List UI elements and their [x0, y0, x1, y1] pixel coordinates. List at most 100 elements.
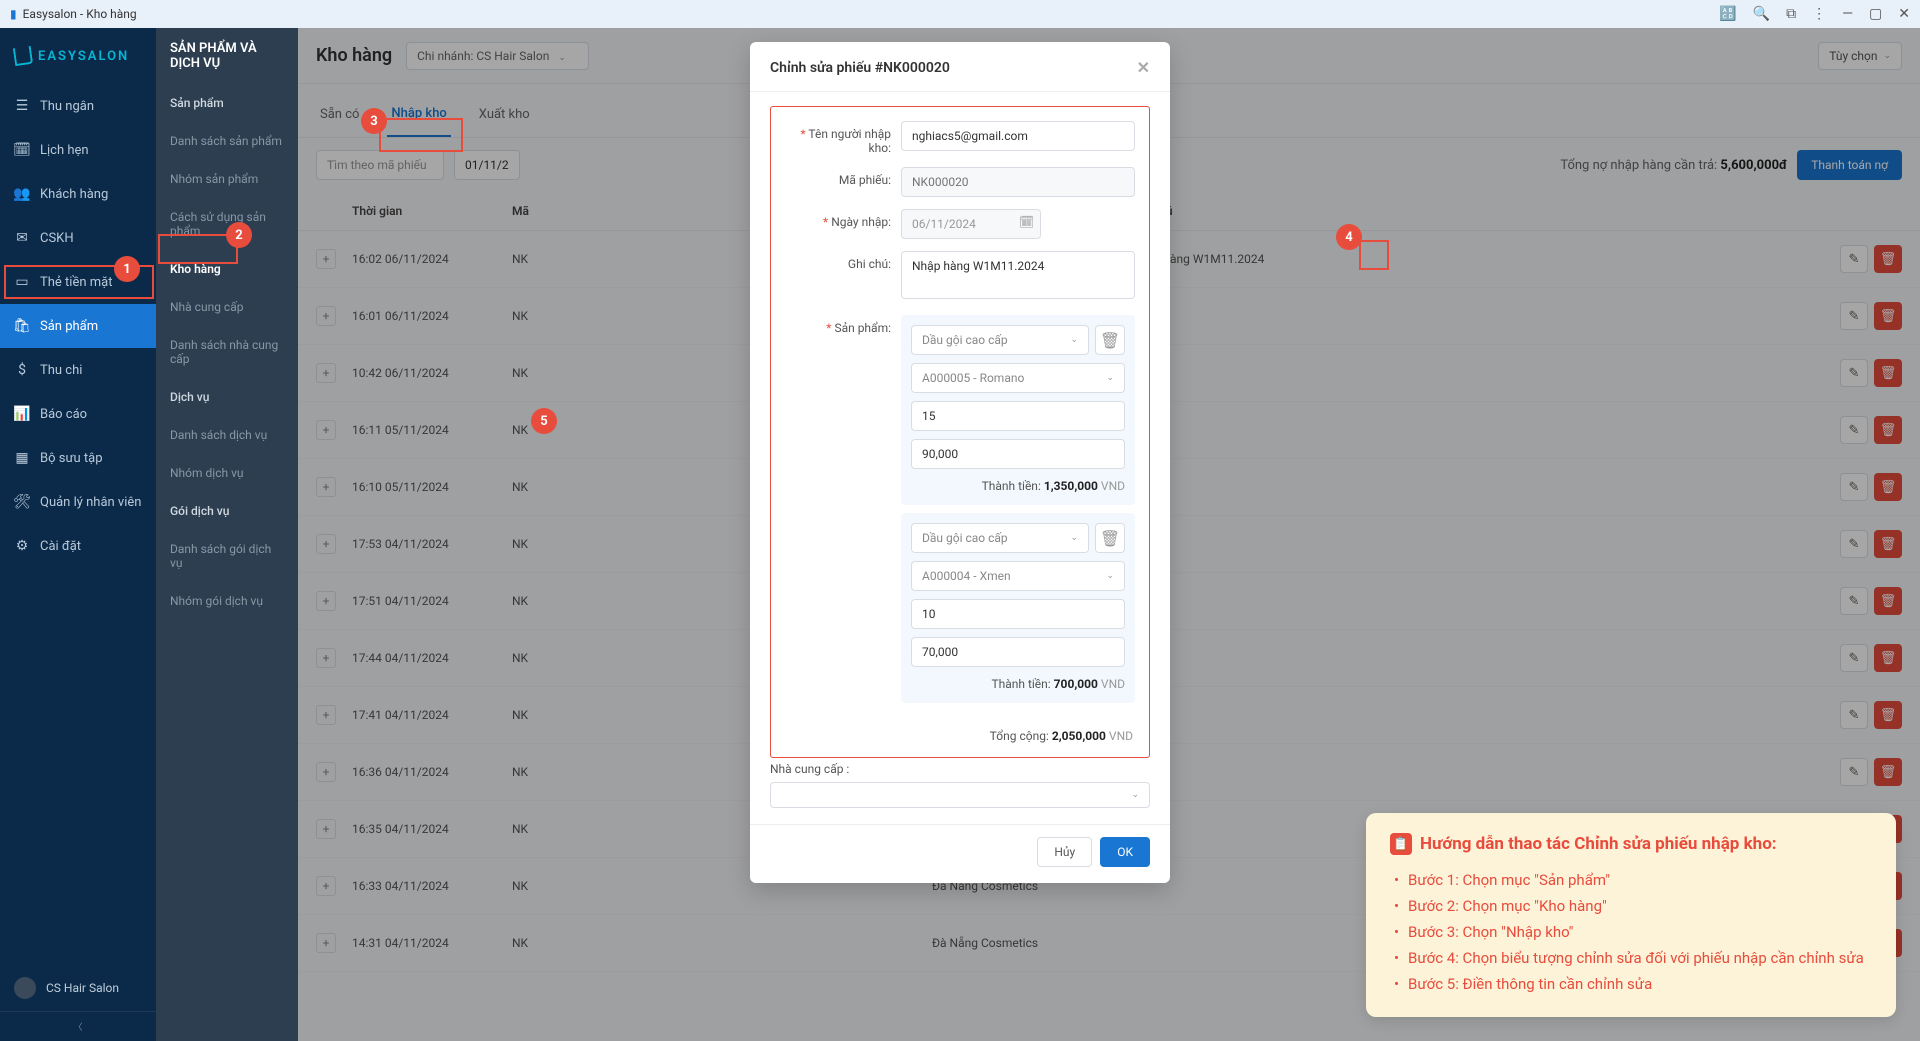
search-icon[interactable]: 🔍 — [1753, 6, 1770, 22]
qty-input[interactable] — [911, 401, 1125, 431]
guide-step: Bước 4: Chọn biểu tượng chỉnh sửa đối vớ… — [1390, 945, 1872, 971]
nav-icon: 🛍 — [14, 318, 30, 334]
calendar-icon[interactable]: 🗓 — [1019, 215, 1034, 229]
label-note: Ghi chú: — [785, 251, 901, 271]
sidebar-item-3[interactable]: ✉ CSKH — [0, 216, 156, 260]
highlight-box-4 — [1359, 240, 1389, 270]
guide-step: Bước 3: Chọn "Nhập kho" — [1390, 919, 1872, 945]
step-marker-2: 2 — [226, 222, 252, 248]
sub-item-8[interactable]: Danh sách dịch vụ — [156, 416, 298, 454]
main-sidebar: EASYSALON ☰Thu ngân🗓Lịch hẹn 👥 Khách hàng ✉… — [0, 28, 156, 1041]
sidebar-item-2[interactable]: 👥 Khách hàng — [0, 172, 156, 216]
nav-icon: 📊 — [14, 406, 30, 422]
edit-voucher-modal: Chỉnh sửa phiếu #NK000020 ✕ Tên người nh… — [750, 42, 1170, 883]
sub-item-2[interactable]: Nhóm sản phẩm — [156, 160, 298, 198]
nav-label: Báo cáo — [40, 407, 87, 422]
logo-icon — [13, 46, 33, 66]
guide-title-text: Hướng dẫn thao tác Chỉnh sửa phiếu nhập … — [1420, 834, 1777, 854]
label-supplier: Nhà cung cấp : — [770, 762, 1150, 776]
product-block: Dầu gội cao cấp⌄ 🗑 A000004 - Xmen⌄ Thành… — [901, 513, 1135, 703]
product-category-select[interactable]: Dầu gội cao cấp⌄ — [911, 325, 1089, 355]
sub-item-5[interactable]: Nhà cung cấp — [156, 288, 298, 326]
highlight-box-3 — [379, 118, 463, 152]
nav-label: Thu ngân — [40, 99, 94, 114]
sidebar-item-5[interactable]: 🛍 Sản phẩm — [0, 304, 156, 348]
sub-item-6[interactable]: Danh sách nhà cung cấp — [156, 326, 298, 378]
nav-label: Bộ sưu tập — [40, 451, 103, 466]
browser-title: Easysalon - Kho hàng — [23, 7, 137, 21]
nav-icon: 🛠 — [14, 494, 30, 510]
nav-label: CSKH — [40, 231, 74, 246]
user-input[interactable] — [901, 121, 1135, 151]
sub-item-7[interactable]: Dịch vụ — [156, 378, 298, 416]
nav-icon: 👥 — [14, 186, 30, 202]
nav-label: Lịch hẹn — [40, 143, 89, 158]
label-code: Mã phiếu: — [785, 167, 901, 187]
sidebar-item-9[interactable]: 🛠 Quản lý nhân viên — [0, 480, 156, 524]
sidebar-item-0[interactable]: ☰Thu ngân — [0, 84, 156, 128]
nav-icon: ▦ — [14, 450, 30, 466]
qty-input[interactable] — [911, 599, 1125, 629]
product-sku-select[interactable]: A000005 - Romano⌄ — [911, 363, 1125, 393]
sub-item-12[interactable]: Nhóm gói dịch vụ — [156, 582, 298, 620]
supplier-select[interactable]: ⌄ — [770, 782, 1150, 808]
note-input[interactable]: Nhập hàng W1M11.2024 — [901, 251, 1135, 299]
nav-icon: ⚙ — [14, 538, 30, 554]
menu-icon[interactable]: ⋮ — [1812, 6, 1826, 22]
chevron-down-icon: ⌄ — [1131, 790, 1139, 800]
step-marker-4: 4 — [1336, 224, 1362, 250]
sidebar-item-1[interactable]: 🗓Lịch hẹn — [0, 128, 156, 172]
sidebar-item-6[interactable]: $Thu chi — [0, 348, 156, 392]
label-user: Tên người nhập kho: — [785, 121, 901, 155]
sidebar-item-7[interactable]: 📊 Báo cáo — [0, 392, 156, 436]
modal-footer: Hủy OK — [750, 824, 1170, 883]
nav-label: Khách hàng — [40, 187, 108, 202]
price-input[interactable] — [911, 637, 1125, 667]
total-label: Tổng cộng: — [990, 729, 1049, 743]
maximize-icon[interactable]: ▢ — [1869, 6, 1882, 22]
app-favicon: ▮ — [10, 7, 17, 21]
nav-icon: ✉ — [14, 230, 30, 246]
window-controls: 🔠 🔍 ⧉ ⋮ — ▢ ✕ — [1719, 6, 1910, 22]
code-input — [901, 167, 1135, 197]
nav-label: Quản lý nhân viên — [40, 495, 141, 510]
label-date: Ngày nhập: — [785, 209, 901, 229]
product-category-select[interactable]: Dầu gội cao cấp⌄ — [911, 523, 1089, 553]
browser-bar: ▮ Easysalon - Kho hàng 🔠 🔍 ⧉ ⋮ — ▢ ✕ — [0, 0, 1920, 28]
sub-item-9[interactable]: Nhóm dịch vụ — [156, 454, 298, 492]
sidebar-item-8[interactable]: ▦ Bộ sưu tập — [0, 436, 156, 480]
remove-product-icon[interactable]: 🗑 — [1095, 523, 1125, 553]
modal-header: Chỉnh sửa phiếu #NK000020 ✕ — [750, 42, 1170, 92]
chevron-down-icon: ⌄ — [1106, 571, 1114, 581]
sidebar-footer: CS Hair Salon — [0, 965, 156, 1011]
ext2-icon[interactable]: ⧉ — [1786, 6, 1796, 22]
sidebar-item-10[interactable]: ⚙Cài đặt — [0, 524, 156, 568]
cancel-button[interactable]: Hủy — [1037, 837, 1092, 867]
guide-title: 📋 Hướng dẫn thao tác Chỉnh sửa phiếu nhậ… — [1390, 833, 1872, 855]
ok-button[interactable]: OK — [1100, 837, 1150, 867]
nav-label: Sản phẩm — [40, 319, 98, 334]
product-sku-select[interactable]: A000004 - Xmen⌄ — [911, 561, 1125, 591]
modal-title: Chỉnh sửa phiếu #NK000020 — [770, 60, 950, 76]
sub-item-11[interactable]: Danh sách gói dịch vụ — [156, 530, 298, 582]
sub-item-10[interactable]: Gói dịch vụ — [156, 492, 298, 530]
product-block: Dầu gội cao cấp⌄ 🗑 A000005 - Romano⌄ Thà… — [901, 315, 1135, 505]
price-input[interactable] — [911, 439, 1125, 469]
close-icon[interactable]: ✕ — [1137, 58, 1150, 77]
nav-label: Thu chi — [40, 363, 82, 378]
remove-product-icon[interactable]: 🗑 — [1095, 325, 1125, 355]
step-marker-3: 3 — [361, 108, 387, 134]
sub-item-1[interactable]: Danh sách sản phẩm — [156, 122, 298, 160]
sub-item-0[interactable]: Sản phẩm — [156, 84, 298, 122]
minimize-icon[interactable]: — — [1842, 6, 1853, 22]
chevron-down-icon: ⌄ — [1070, 533, 1078, 543]
brand-text: EASYSALON — [38, 49, 129, 64]
total-value: 2,050,000 — [1052, 729, 1106, 743]
ext-icon[interactable]: 🔠 — [1719, 6, 1736, 22]
avatar[interactable] — [14, 977, 36, 999]
note-icon: 📋 — [1390, 833, 1412, 855]
chevron-down-icon: ⌄ — [1106, 373, 1114, 383]
step-marker-5: 5 — [531, 408, 557, 434]
collapse-sidebar[interactable]: 〈 — [0, 1011, 156, 1041]
close-icon[interactable]: ✕ — [1898, 6, 1910, 22]
